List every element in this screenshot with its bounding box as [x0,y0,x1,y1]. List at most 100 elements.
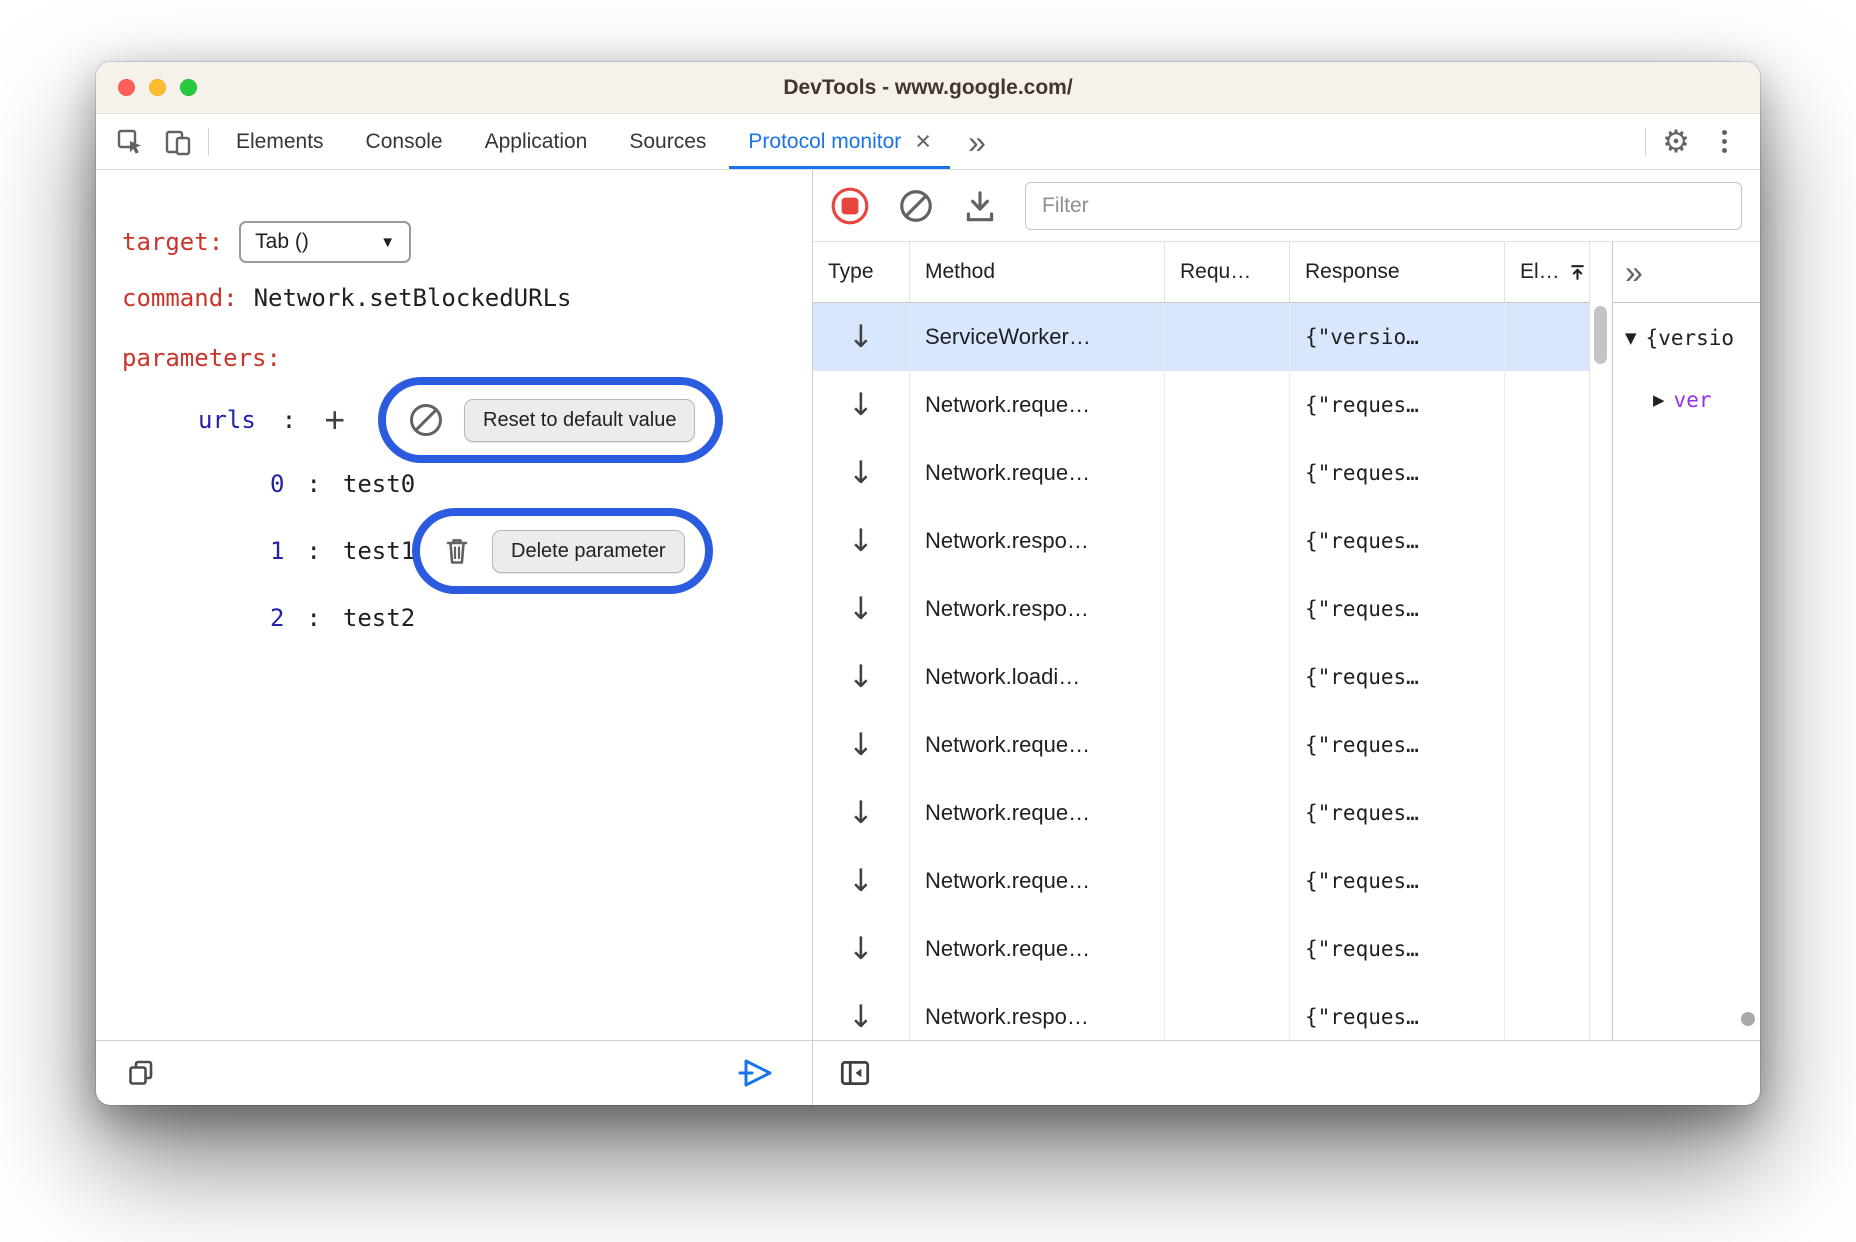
tree-collapsed-icon[interactable]: ▶ [1653,391,1665,409]
filter-input[interactable] [1025,182,1742,230]
more-tabs-chevrons-icon: » [968,126,984,158]
fullscreen-window-button[interactable] [180,79,197,96]
elapsed-cell [1505,303,1589,371]
message-received-icon: ↓ [848,730,874,761]
urls-key: urls [198,406,256,434]
tree-row-child[interactable]: ▶ ver [1613,369,1760,431]
column-label: Method [925,260,995,284]
table-row[interactable]: ↓ Network.reque… {"reques… [813,779,1589,847]
delete-parameter-button[interactable]: Delete parameter [492,530,685,573]
tab-label: Console [366,130,443,154]
command-editor-panel: target: Tab () ▼ command: Network.setBlo… [96,170,813,1105]
block-icon [406,400,446,440]
tab-application[interactable]: Application [464,114,609,169]
response-cell: {"reques… [1290,711,1505,779]
table-row[interactable]: ↓ ServiceWorker… {"versio… [813,303,1589,371]
window-title: DevTools - www.google.com/ [783,76,1072,100]
parameter-value[interactable]: test0 [343,470,415,498]
elapsed-cell [1505,371,1589,439]
response-cell: {"reques… [1290,575,1505,643]
sidebar-scrollbar-thumb[interactable] [1741,1012,1755,1026]
titlebar: DevTools - www.google.com/ [96,62,1760,114]
customize-menu-button[interactable] [1700,130,1748,153]
tab-protocol-monitor[interactable]: Protocol monitor × [727,114,952,169]
delete-parameter-icon-button[interactable] [440,534,474,568]
send-icon [736,1054,776,1092]
method-cell: Network.reque… [910,711,1165,779]
add-parameter-button[interactable]: + [324,402,345,438]
copy-command-button[interactable] [126,1058,156,1088]
column-header-type[interactable]: Type [813,242,910,302]
column-header-elapsed[interactable]: El… [1505,242,1590,302]
parameters-label: parameters: [122,344,281,372]
toggle-sidebar-button[interactable] [837,1055,873,1091]
close-window-button[interactable] [118,79,135,96]
command-value[interactable]: Network.setBlockedURLs [254,284,572,312]
parameter-value[interactable]: test2 [343,604,415,632]
clear-button[interactable] [897,187,935,225]
tab-sources[interactable]: Sources [608,114,727,169]
table-row[interactable]: ↓ Network.respo… {"reques… [813,507,1589,575]
request-cell [1165,983,1290,1040]
tab-elements[interactable]: Elements [215,114,345,169]
request-cell [1165,439,1290,507]
tab-console[interactable]: Console [345,114,464,169]
tree-expanded-icon[interactable]: ▼ [1625,329,1637,347]
reset-to-default-icon-button[interactable] [406,400,446,440]
tab-label: Application [485,130,588,154]
method-cell: Network.reque… [910,439,1165,507]
message-received-icon: ↓ [848,866,874,897]
table-row[interactable]: ↓ Network.reque… {"reques… [813,439,1589,507]
message-received-icon: ↓ [848,322,874,353]
inspect-element-button[interactable] [106,114,154,169]
scrollbar-thumb[interactable] [1594,306,1607,364]
table-row[interactable]: ↓ Network.reque… {"reques… [813,847,1589,915]
parameter-value[interactable]: test1 [343,537,415,565]
tree-child-value: ver [1674,388,1712,412]
request-cell [1165,779,1290,847]
request-cell [1165,915,1290,983]
method-cell: Network.reque… [910,371,1165,439]
table-row[interactable]: ↓ Network.reque… {"reques… [813,915,1589,983]
target-select[interactable]: Tab () ▼ [239,221,411,263]
more-tabs-button[interactable]: » [952,114,1000,169]
monitor-bottombar [813,1040,1760,1105]
table-row[interactable]: ↓ Network.reque… {"reques… [813,371,1589,439]
column-header-method[interactable]: Method [910,242,1165,302]
message-received-icon: ↓ [848,458,874,489]
response-cell: {"reques… [1290,507,1505,575]
column-header-response[interactable]: Response [1290,242,1505,302]
device-toolbar-button[interactable] [154,114,202,169]
send-command-button[interactable] [736,1054,776,1092]
elapsed-cell [1505,915,1589,983]
collapse-sidebar-button[interactable]: » [1625,256,1641,288]
tree-row-root[interactable]: ▼ {versio [1613,307,1760,369]
message-received-icon: ↓ [848,798,874,829]
message-received-icon: ↓ [848,594,874,625]
save-button[interactable] [961,187,999,225]
sidebar-header: » [1613,242,1760,303]
record-button[interactable] [829,185,871,227]
response-cell: {"reques… [1290,915,1505,983]
kebab-menu-icon [1722,130,1727,153]
request-cell [1165,711,1290,779]
table-row[interactable]: ↓ Network.respo… {"reques… [813,575,1589,643]
command-editor[interactable]: target: Tab () ▼ command: Network.setBlo… [96,170,812,1040]
block-icon [897,187,935,225]
monitor-grid-area: Type Method Requ… Response El… [813,242,1760,1040]
request-cell [1165,507,1290,575]
reset-to-default-button[interactable]: Reset to default value [464,399,695,442]
parameter-index: 1 [270,537,284,565]
panel-toggle-icon [837,1055,873,1091]
column-header-request[interactable]: Requ… [1165,242,1290,302]
table-row[interactable]: ↓ Network.loadi… {"reques… [813,643,1589,711]
minimize-window-button[interactable] [149,79,166,96]
close-tab-icon[interactable]: × [915,128,931,155]
table-row[interactable]: ↓ Network.respo… {"reques… [813,983,1589,1040]
colon: : [306,604,320,632]
table-row[interactable]: ↓ Network.reque… {"reques… [813,711,1589,779]
editor-bottombar [96,1040,812,1105]
traffic-lights [118,79,197,96]
table-scrollbar[interactable] [1590,242,1612,1040]
settings-button[interactable]: ⚙ [1652,126,1700,157]
